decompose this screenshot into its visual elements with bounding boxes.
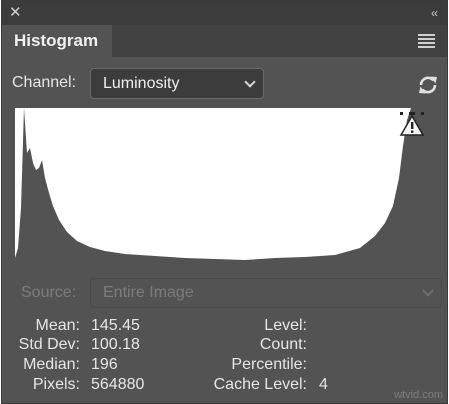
tab-histogram[interactable]: Histogram — [2, 25, 112, 57]
cache-level-label: Cache Level: — [213, 376, 307, 393]
source-label: Source: — [21, 284, 77, 301]
mean-label: Mean: — [35, 317, 80, 334]
collapse-icon[interactable]: ‹‹ — [431, 4, 438, 22]
level-label: Level: — [264, 317, 307, 334]
std-dev-value: 100.18 — [91, 336, 140, 353]
std-dev-label: Std Dev: — [18, 336, 80, 353]
histogram-panel: ✕ ‹‹ Histogram Channel: Luminosity Sourc… — [1, 0, 448, 404]
refresh-icon[interactable] — [416, 73, 440, 97]
histogram-graph — [15, 108, 430, 270]
channel-select-value: Luminosity — [103, 75, 180, 92]
pixels-label: Pixels: — [32, 376, 80, 393]
count-label: Count: — [259, 336, 307, 353]
tab-histogram-label: Histogram — [14, 31, 99, 50]
mean-value: 145.45 — [91, 317, 140, 334]
cache-level-value: 4 — [319, 376, 328, 393]
source-select-value: Entire Image — [103, 284, 194, 301]
cached-data-warning-icon — [399, 112, 425, 136]
histogram-curve — [15, 108, 430, 270]
chevron-down-icon — [422, 285, 434, 297]
median-value: 196 — [91, 356, 118, 373]
channel-label: Channel: — [12, 74, 77, 91]
tab-strip: Histogram — [2, 25, 447, 57]
pixels-value: 564880 — [91, 376, 145, 393]
median-label: Median: — [23, 356, 80, 373]
source-select: Entire Image — [90, 278, 442, 308]
channel-select[interactable]: Luminosity — [90, 68, 264, 99]
percentile-label: Percentile: — [231, 356, 307, 373]
close-icon[interactable]: ✕ — [9, 3, 22, 23]
panel-menu-icon[interactable] — [418, 34, 435, 48]
watermark: wtvid.com — [394, 389, 443, 401]
chevron-down-icon — [244, 76, 256, 88]
panel-title-bar: ✕ ‹‹ — [2, 1, 447, 25]
histogram-fill — [15, 108, 430, 270]
